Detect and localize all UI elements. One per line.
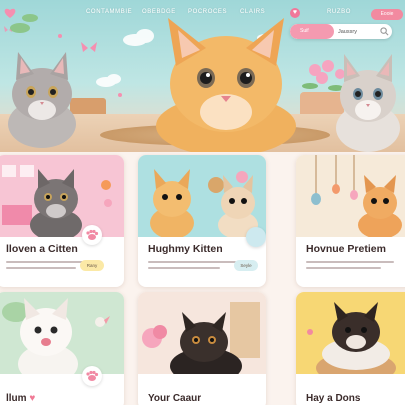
nav-link-3[interactable]: POCROCES: [188, 9, 227, 15]
card-3-image: [296, 155, 405, 237]
top-nav: CONTAMMBIE OBEBDGE POCROCES CLAIRS ♥ RUZ…: [0, 6, 405, 20]
card-6[interactable]: Hay a Dons: [296, 292, 405, 405]
nav-link-2[interactable]: OBEBDGE: [142, 9, 176, 15]
card-1[interactable]: lloven a Citten Rany: [0, 155, 124, 287]
card-title: Hughmy Kitten: [148, 243, 223, 255]
card-1-image: [0, 155, 124, 237]
card-chip[interactable]: Seyle: [234, 260, 258, 271]
card-title: lloven a Citten: [6, 243, 78, 255]
card-3[interactable]: Hovnue Pretiem: [296, 155, 405, 287]
grey-kitten-image: [8, 52, 76, 148]
search-input[interactable]: [336, 24, 380, 39]
hero-banner: CONTAMMBIE OBEBDGE POCROCES CLAIRS ♥ RUZ…: [0, 0, 405, 152]
paw-icon[interactable]: [82, 366, 102, 386]
card-description: [306, 261, 394, 273]
cta-button[interactable]: Eooie: [371, 9, 403, 20]
nav-link-4[interactable]: CLAIRS: [240, 9, 265, 15]
card-6-image: [296, 292, 405, 374]
orange-kitten-image: [156, 18, 296, 152]
nav-link-1[interactable]: CONTAMMBIE: [86, 9, 132, 15]
search-icon[interactable]: [380, 27, 389, 36]
card-2[interactable]: Hughmy Kitten Seyle: [138, 155, 266, 287]
heart-icon[interactable]: ♥: [290, 8, 300, 18]
card-4[interactable]: llum ♥: [0, 292, 124, 405]
card-title-text: llum: [6, 393, 27, 404]
card-title: Hay a Dons: [306, 393, 361, 404]
card-title: Your Caaur: [148, 393, 202, 404]
card-4-image: [0, 292, 124, 374]
paw-icon[interactable]: [82, 225, 102, 245]
search-tab[interactable]: Suif: [290, 24, 334, 39]
card-chip[interactable]: Rany: [80, 260, 104, 271]
card-title: llum ♥: [6, 393, 35, 404]
card-description: [148, 261, 236, 273]
search-tab-label: Suif: [300, 28, 309, 34]
card-5-image: [138, 292, 266, 374]
heart-icon: ♥: [29, 393, 36, 404]
logo-icon[interactable]: [3, 7, 17, 19]
search-bar: Suif: [290, 24, 392, 39]
white-kitten-image: [336, 54, 400, 152]
card-5[interactable]: Your Caaur: [138, 292, 266, 405]
card-title: Hovnue Pretiem: [306, 243, 386, 255]
nav-link-5[interactable]: RUZBO: [327, 9, 351, 15]
heart-badge-icon[interactable]: [246, 227, 266, 247]
card-2-image: [138, 155, 266, 237]
